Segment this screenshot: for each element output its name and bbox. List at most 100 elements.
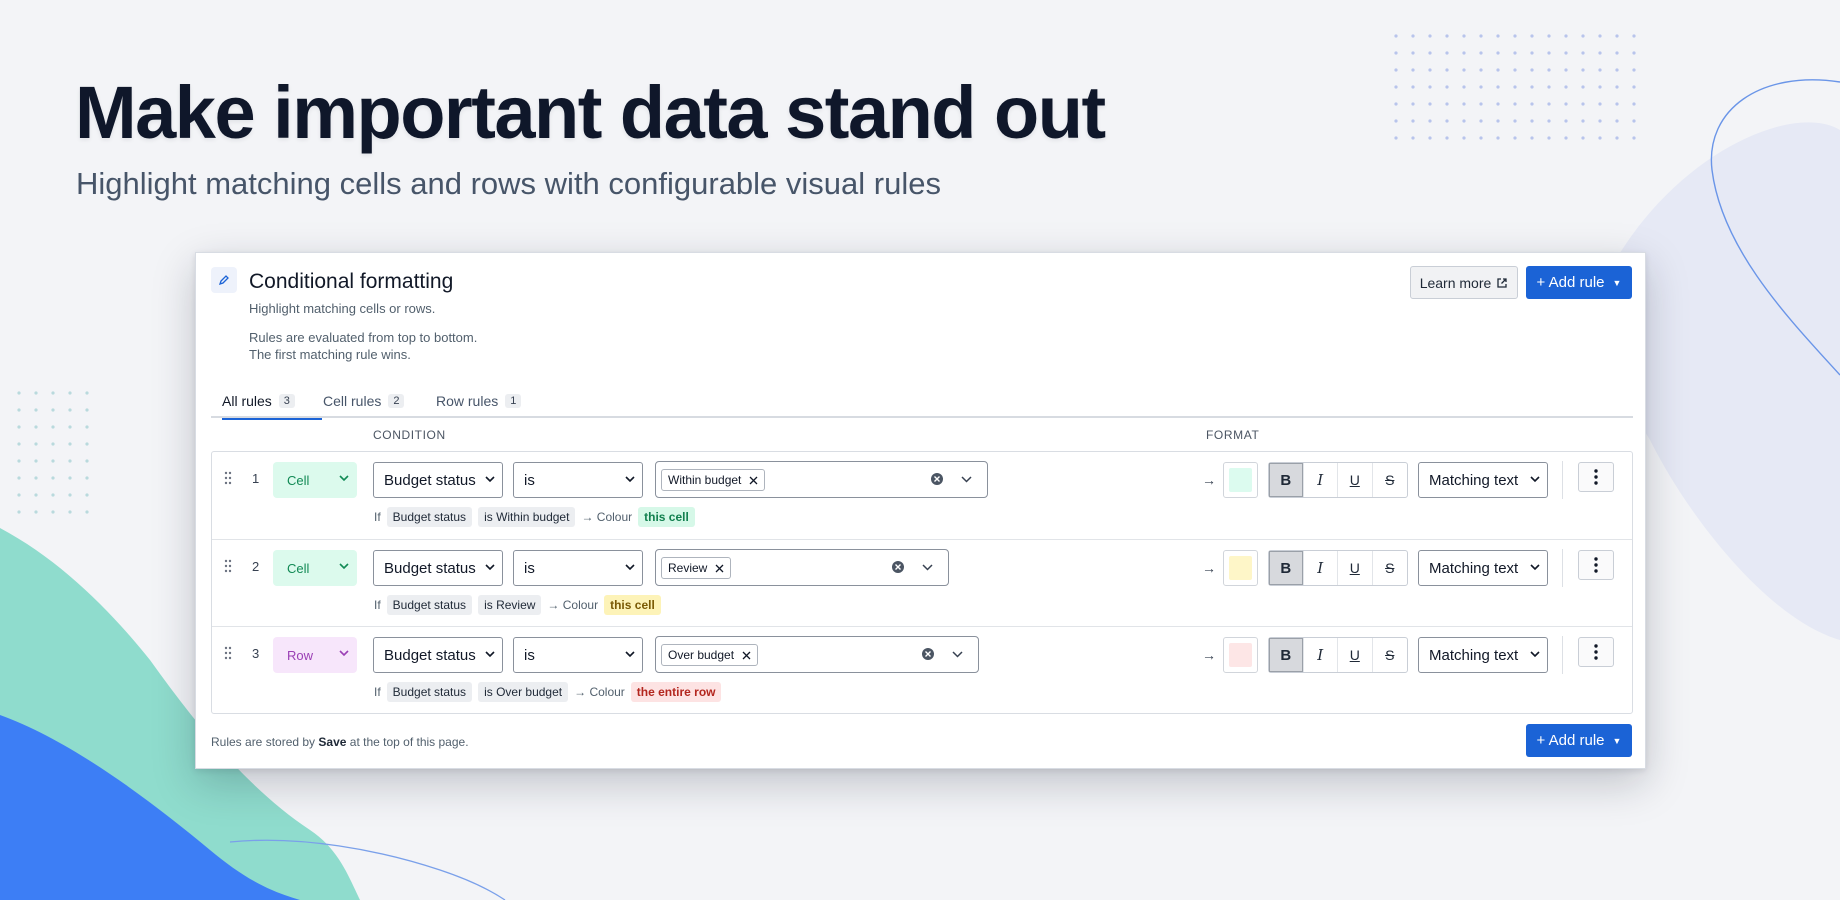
field-select[interactable]: Budget status <box>373 462 503 498</box>
clear-icon[interactable] <box>891 560 905 574</box>
drag-handle-icon[interactable] <box>224 559 232 573</box>
underline-toggle[interactable]: U <box>1338 551 1373 585</box>
chevron-down-icon <box>625 476 635 483</box>
drag-handle-icon[interactable] <box>224 471 232 485</box>
rule-number: 2 <box>252 559 260 574</box>
panel-description: Highlight matching cells or rows. <box>249 301 436 316</box>
chevron-down-icon <box>485 476 495 483</box>
operator-select[interactable]: is <box>513 637 643 673</box>
arrow-icon: → <box>1202 560 1216 576</box>
value-multiselect[interactable]: Over budget <box>655 636 979 673</box>
field-select[interactable]: Budget status <box>373 637 503 673</box>
strikethrough-toggle[interactable]: S <box>1373 638 1407 672</box>
summary-condition-pill: is Review <box>478 595 542 615</box>
rule-row: 2 Cell Budget status is Review If Budget… <box>212 539 1632 626</box>
italic-toggle[interactable]: I <box>1304 463 1338 497</box>
summary-field-pill: Budget status <box>386 507 473 527</box>
strikethrough-toggle[interactable]: S <box>1373 551 1407 585</box>
underline-toggle[interactable]: U <box>1338 463 1373 497</box>
colour-swatch-button[interactable] <box>1223 637 1258 673</box>
more-options-button[interactable] <box>1578 550 1614 580</box>
learn-more-button[interactable]: Learn more <box>1410 266 1518 299</box>
rule-number: 1 <box>252 471 260 486</box>
remove-chip-icon[interactable] <box>742 651 751 660</box>
rule-number: 3 <box>252 646 260 661</box>
arrow-icon: → <box>1202 472 1216 488</box>
text-style-group: B I U S <box>1268 550 1408 586</box>
more-vertical-icon <box>1594 557 1598 573</box>
swatch-fill <box>1229 556 1252 580</box>
hero-subtitle: Highlight matching cells and rows with c… <box>76 166 941 201</box>
rule-type-select[interactable]: Cell <box>273 462 357 498</box>
dropdown-caret-icon: ▼ <box>1612 735 1622 746</box>
summary-target-pill: the entire row <box>630 682 722 702</box>
value-multiselect[interactable]: Within budget <box>655 461 988 498</box>
drag-handle-icon[interactable] <box>224 646 232 660</box>
bold-toggle[interactable]: B <box>1269 551 1304 585</box>
apply-to-select[interactable]: Matching text <box>1418 462 1548 498</box>
save-note: Rules are stored by Save at the top of t… <box>211 735 469 749</box>
chevron-down-icon <box>339 563 349 570</box>
clear-icon[interactable] <box>921 647 935 661</box>
chevron-down-icon <box>339 475 349 482</box>
rule-type-select[interactable]: Cell <box>273 550 357 586</box>
divider <box>1562 636 1563 674</box>
divider <box>1562 549 1563 587</box>
more-options-button[interactable] <box>1578 637 1614 667</box>
italic-toggle[interactable]: I <box>1304 551 1338 585</box>
summary-target-pill: this cell <box>638 507 695 527</box>
bold-toggle[interactable]: B <box>1269 638 1304 672</box>
summary-condition-pill: is Over budget <box>478 682 569 702</box>
chevron-down-icon[interactable] <box>952 651 963 658</box>
more-options-button[interactable] <box>1578 462 1614 492</box>
chevron-down-icon <box>1530 651 1540 658</box>
text-style-group: B I U S <box>1268 462 1408 498</box>
rule-summary: If Budget status is Review → Colour this… <box>374 595 661 615</box>
underline-toggle[interactable]: U <box>1338 638 1373 672</box>
hero-title: Make important data stand out <box>75 71 1106 154</box>
value-chip: Review <box>661 557 732 579</box>
tab-all-rules[interactable]: All rules 3 <box>222 383 322 420</box>
panel-evaluation-note: Rules are evaluated from top to bottom. … <box>249 330 478 362</box>
chevron-down-icon[interactable] <box>961 476 972 483</box>
rules-list: 1 Cell Budget status is Within budget If… <box>211 451 1633 714</box>
condition-column-header: CONDITION <box>373 428 446 442</box>
conditional-formatting-panel: Conditional formatting Highlight matchin… <box>195 252 1646 769</box>
text-style-group: B I U S <box>1268 637 1408 673</box>
summary-field-pill: Budget status <box>386 682 473 702</box>
chevron-down-icon <box>1530 564 1540 571</box>
apply-to-select[interactable]: Matching text <box>1418 637 1548 673</box>
field-select[interactable]: Budget status <box>373 550 503 586</box>
strikethrough-toggle[interactable]: S <box>1373 463 1407 497</box>
operator-select[interactable]: is <box>513 550 643 586</box>
tab-count-badge: 2 <box>388 393 405 408</box>
chevron-down-icon[interactable] <box>922 564 933 571</box>
bold-toggle[interactable]: B <box>1269 463 1304 497</box>
tab-cell-rules[interactable]: Cell rules 2 <box>323 383 405 418</box>
add-rule-button-top[interactable]: + Add rule ▼ <box>1526 266 1632 299</box>
rule-summary: If Budget status is Over budget → Colour… <box>374 682 722 702</box>
clear-icon[interactable] <box>930 472 944 486</box>
rule-row: 1 Cell Budget status is Within budget If… <box>212 452 1632 539</box>
pencil-icon <box>211 267 237 293</box>
chevron-down-icon <box>1530 476 1540 483</box>
swatch-fill <box>1229 643 1252 667</box>
tab-count-badge: 1 <box>505 393 522 408</box>
rule-summary: If Budget status is Within budget → Colo… <box>374 507 695 527</box>
italic-toggle[interactable]: I <box>1304 638 1338 672</box>
remove-chip-icon[interactable] <box>749 476 758 485</box>
apply-to-select[interactable]: Matching text <box>1418 550 1548 586</box>
rule-tabs: All rules 3 Cell rules 2 Row rules 1 <box>211 383 1633 420</box>
value-chip: Within budget <box>661 469 766 491</box>
value-multiselect[interactable]: Review <box>655 549 949 586</box>
add-rule-button-bottom[interactable]: + Add rule ▼ <box>1526 724 1632 757</box>
colour-swatch-button[interactable] <box>1223 462 1258 498</box>
arrow-icon: → <box>1202 647 1216 663</box>
tab-row-rules[interactable]: Row rules 1 <box>436 383 522 418</box>
tab-count-badge: 3 <box>278 393 295 408</box>
colour-swatch-button[interactable] <box>1223 550 1258 586</box>
remove-chip-icon[interactable] <box>715 564 724 573</box>
format-column-header: FORMAT <box>1206 428 1260 442</box>
rule-type-select[interactable]: Row <box>273 637 357 673</box>
operator-select[interactable]: is <box>513 462 643 498</box>
